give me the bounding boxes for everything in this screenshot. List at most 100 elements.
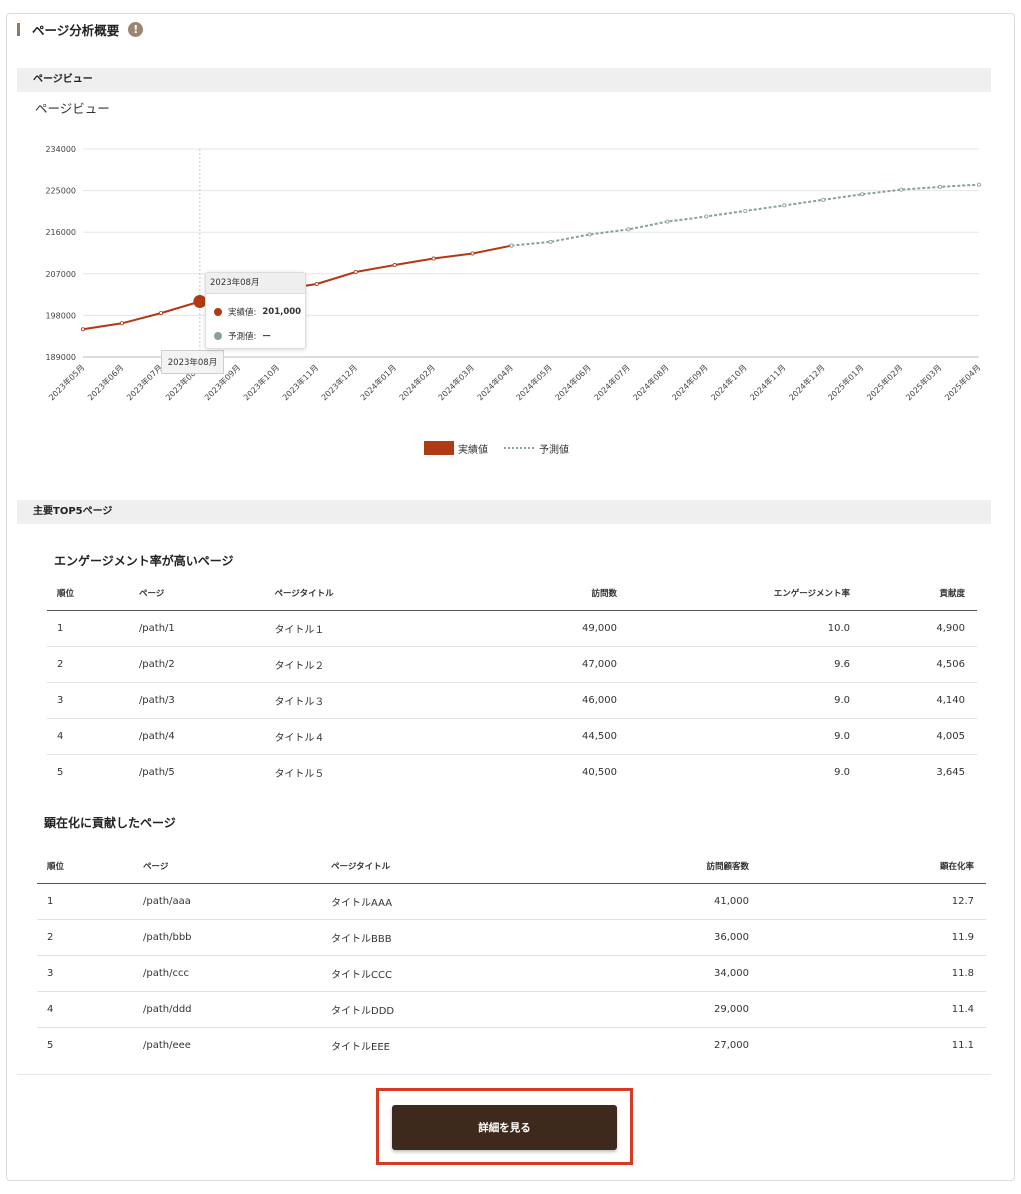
data-point (81, 327, 86, 332)
actual-dot-icon (214, 308, 222, 316)
column-header: ページ (143, 848, 331, 884)
view-details-button[interactable]: 詳細を見る (392, 1105, 617, 1150)
table-row[interactable]: 1/path/1 タイトル１ 49,000 10.0 4,900 (47, 610, 977, 647)
table-row[interactable]: 3/path/3 タイトル３ 46,000 9.0 4,140 (47, 682, 977, 719)
engagement-table-heading: エンゲージメント率が高いページ (54, 554, 234, 568)
table-cell: タイトル３ (274, 682, 465, 719)
legend-forecast-label[interactable]: 予測値 (539, 441, 569, 456)
pageview-line-chart: 189000 198000 207000 216000 225000 234000 2023… (45, 145, 982, 402)
tooltip-actual-row: 実績値: 201,000 (206, 306, 305, 318)
table-cell: 4,140 (862, 682, 977, 719)
table-row[interactable]: 4/path/ddd タイトルDDD 29,000 11.4 (37, 991, 986, 1028)
x-tick-label: 2024年01月 (358, 362, 398, 402)
x-tick-label: 2025年01月 (826, 362, 866, 402)
column-header: 顕在化率 (761, 848, 986, 884)
data-point (821, 197, 826, 202)
column-header: 貢献度 (862, 575, 977, 611)
table-cell: 5 (57, 767, 64, 778)
tooltip-date: 2023年08月 (206, 273, 305, 294)
table-cell: /path/ccc (143, 955, 331, 992)
x-tick-label: 2024年08月 (631, 362, 671, 402)
table-cell: 29,000 (523, 991, 761, 1028)
table-row[interactable]: 5/path/5 タイトル５ 40,500 9.0 3,645 (47, 755, 977, 791)
data-point (743, 208, 748, 213)
table-row[interactable]: 5/path/eee タイトルEEE 27,000 11.1 (37, 1028, 986, 1064)
tooltip-forecast-value: ー (262, 332, 271, 342)
table-cell: 3 (37, 955, 143, 992)
table-cell: 9.6 (629, 646, 863, 683)
data-point (548, 239, 553, 244)
table-cell: 2 (37, 919, 143, 956)
x-tick-label: 2024年12月 (787, 362, 827, 402)
table-cell: 36,000 (523, 919, 761, 956)
table-cell: 11.4 (761, 991, 986, 1028)
legend-actual-label[interactable]: 実績値 (458, 441, 488, 456)
crosshair-x-label: 2023年08月 (161, 350, 224, 374)
table-cell: 9.0 (629, 682, 863, 719)
data-point (938, 184, 943, 189)
column-header: 順位 (37, 848, 143, 884)
table-cell: 3,645 (936, 767, 965, 778)
visibility-table-heading: 顕在化に貢献したページ (44, 816, 176, 830)
x-tick-label: 2023年10月 (241, 362, 281, 402)
table-cell: /path/eee (143, 1040, 191, 1051)
x-tick-label: 2024年06月 (553, 362, 593, 402)
table-row[interactable]: 2/path/bbb タイトルBBB 36,000 11.9 (37, 919, 986, 956)
x-tick-label: 2024年10月 (709, 362, 749, 402)
legend-forecast-swatch[interactable] (504, 447, 534, 449)
table-row[interactable]: 2/path/2 タイトル２ 47,000 9.6 4,506 (47, 646, 977, 683)
table-row[interactable]: 3/path/ccc タイトルCCC 34,000 11.8 (37, 955, 986, 992)
x-tick-label: 2024年02月 (397, 362, 437, 402)
table-cell: タイトルBBB (331, 919, 523, 956)
table-cell: 4 (37, 991, 143, 1028)
table-cell: 3 (47, 682, 139, 719)
table-cell: 4 (47, 718, 139, 755)
table-cell: タイトルEEE (331, 1042, 390, 1053)
data-point (509, 243, 514, 248)
column-header: 訪問数 (464, 575, 630, 611)
table-cell: 5 (47, 1040, 54, 1051)
y-tick-label: 189000 (45, 353, 76, 362)
table-cell: /path/4 (138, 718, 275, 755)
table-cell: 12.7 (761, 883, 986, 920)
table-cell: 34,000 (523, 955, 761, 992)
table-cell: 40,500 (582, 767, 618, 778)
data-point (626, 227, 631, 232)
data-point (899, 187, 904, 192)
table-cell: /path/aaa (143, 883, 331, 920)
table-cell: 10.0 (629, 610, 863, 647)
column-header: ページ (138, 575, 275, 611)
table-cell: タイトルCCC (331, 955, 523, 992)
x-tick-label: 2025年03月 (903, 362, 943, 402)
chart-legend: 実績値 予測値 (424, 441, 569, 456)
data-point (860, 192, 865, 197)
x-tick-label: 2024年07月 (592, 362, 632, 402)
table-cell: 47,000 (464, 646, 630, 683)
table-cell: タイトル５ (274, 769, 325, 780)
table-cell: 11.1 (951, 1040, 974, 1051)
table-cell: 4,506 (862, 646, 977, 683)
table-row[interactable]: 4/path/4 タイトル４ 44,500 9.0 4,005 (47, 718, 977, 755)
y-tick-label: 225000 (45, 187, 76, 196)
table-row[interactable]: 1/path/aaa タイトルAAA 41,000 12.7 (37, 883, 986, 920)
data-point (314, 281, 319, 286)
x-tick-label: 2024年03月 (436, 362, 476, 402)
x-tick-label: 2023年11月 (280, 362, 320, 402)
x-tick-label: 2025年04月 (942, 362, 982, 402)
y-tick-label: 207000 (45, 270, 76, 279)
table-cell: 27,000 (714, 1040, 749, 1051)
data-point (158, 311, 163, 316)
x-tick-label: 2025年02月 (865, 362, 905, 402)
footer-divider (17, 1074, 991, 1075)
table-cell: 9.0 (629, 718, 863, 755)
column-header: ページタイトル (274, 575, 465, 611)
table-cell: /path/2 (138, 646, 275, 683)
tooltip-forecast-label: 予測値: (228, 332, 257, 342)
table-cell: 1 (47, 610, 139, 647)
legend-actual-swatch[interactable] (424, 441, 454, 455)
data-point (353, 269, 358, 274)
table-cell: /path/bbb (143, 919, 331, 956)
table-cell: 9.0 (834, 767, 851, 778)
table-cell: /path/ddd (143, 991, 331, 1028)
y-tick-label: 234000 (45, 145, 76, 154)
